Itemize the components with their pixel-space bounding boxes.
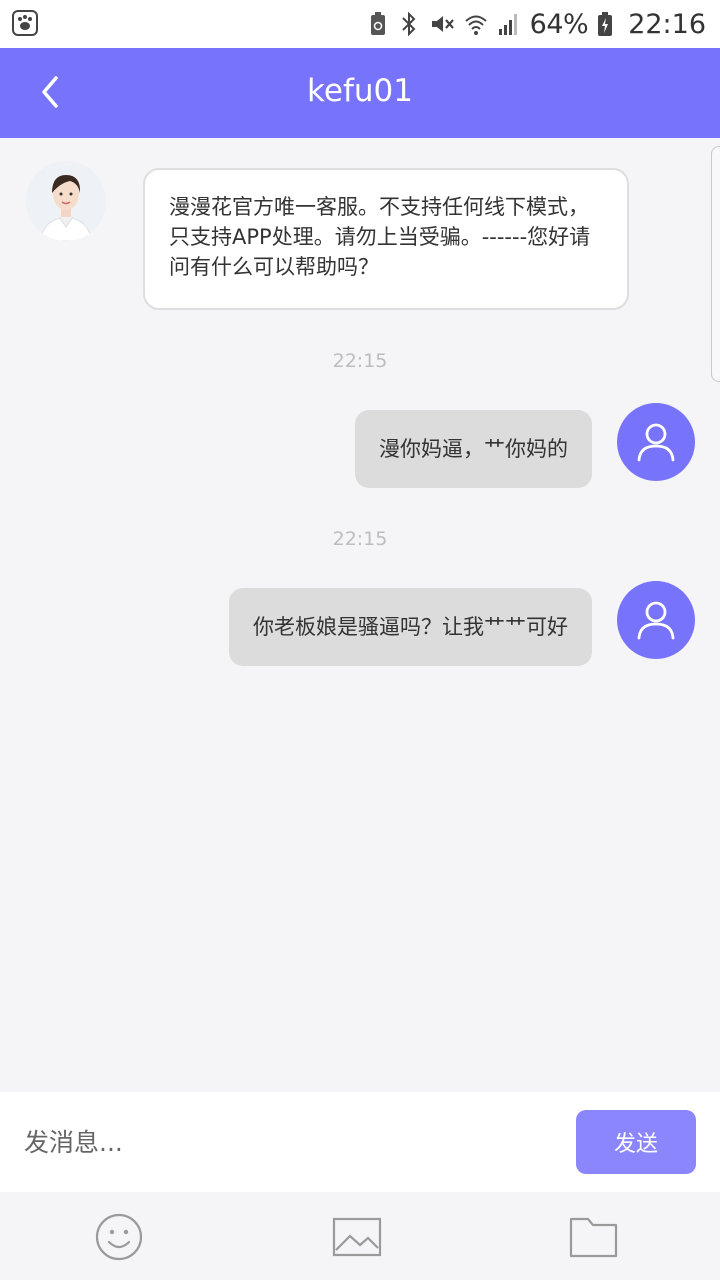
agent-avatar[interactable] <box>26 161 106 241</box>
battery-charging-icon <box>598 12 613 36</box>
chat-header: kefu01 <box>0 48 720 138</box>
status-time: 22:16 <box>628 8 706 40</box>
message-timestamp: 22:15 <box>332 528 388 550</box>
user-avatar[interactable] <box>617 581 695 659</box>
recycle-battery-icon <box>370 12 385 35</box>
emoji-button[interactable] <box>93 1212 145 1262</box>
agent-message-text: 漫漫花官方唯一客服。不支持任何线下模式，只支持APP处理。请勿上当受骗。----… <box>169 195 591 279</box>
user-icon <box>637 423 675 462</box>
user-message-text: 漫你妈逼，艹你妈的 <box>379 437 568 461</box>
signal-icon <box>498 14 517 35</box>
message-input[interactable] <box>10 1110 588 1174</box>
wifi-icon <box>465 15 487 35</box>
chevron-left-icon <box>42 76 58 108</box>
attachment-toolbar <box>0 1192 720 1280</box>
scrollbar[interactable] <box>711 146 720 382</box>
file-button[interactable] <box>568 1212 620 1262</box>
battery-percent: 64% <box>529 8 589 40</box>
emoji-icon <box>95 1213 143 1261</box>
bluetooth-icon <box>401 11 416 37</box>
message-timestamp: 22:15 <box>332 350 388 372</box>
user-message-bubble: 漫你妈逼，艹你妈的 <box>355 410 592 488</box>
agent-message-bubble: 漫漫花官方唯一客服。不支持任何线下模式，只支持APP处理。请勿上当受骗。----… <box>143 168 629 310</box>
message-input-bar: 发送 <box>0 1092 720 1192</box>
user-message-text: 你老板娘是骚逼吗？让我艹艹可好 <box>253 615 568 639</box>
image-icon <box>332 1217 382 1257</box>
folder-icon <box>569 1217 618 1258</box>
back-button[interactable] <box>20 62 80 122</box>
mute-icon <box>431 16 454 32</box>
user-icon <box>637 601 675 640</box>
baidu-paw-icon <box>12 10 38 36</box>
status-bar: 64% 22:16 <box>0 0 720 48</box>
user-avatar[interactable] <box>617 403 695 481</box>
image-button[interactable] <box>332 1212 384 1262</box>
user-message-bubble: 你老板娘是骚逼吗？让我艹艹可好 <box>229 588 592 666</box>
chat-message-list[interactable]: 漫漫花官方唯一客服。不支持任何线下模式，只支持APP处理。请勿上当受骗。----… <box>0 138 720 1090</box>
send-button[interactable]: 发送 <box>576 1110 696 1174</box>
page-title: kefu01 <box>307 73 413 109</box>
